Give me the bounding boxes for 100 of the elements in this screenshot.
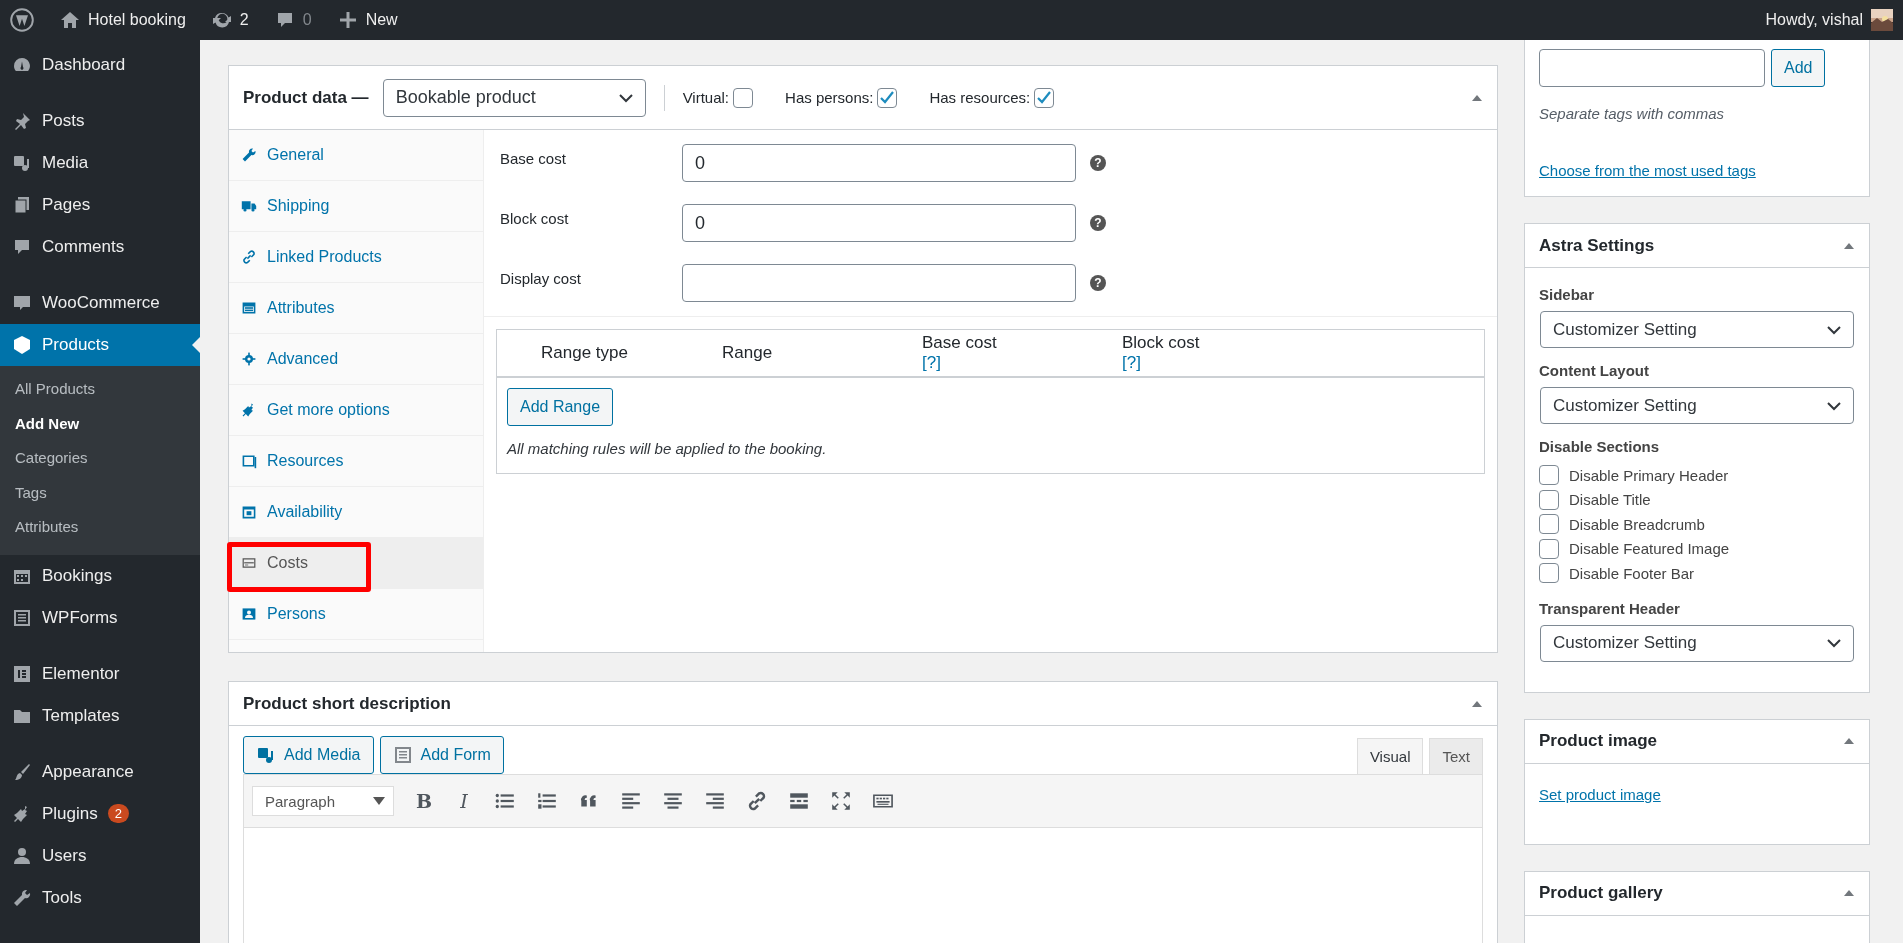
user-icon xyxy=(12,845,32,866)
menu-item[interactable]: Comments xyxy=(0,226,200,268)
link-icon xyxy=(241,249,257,265)
field-label: Display cost xyxy=(499,269,582,287)
contact-card-icon xyxy=(241,606,257,622)
checkbox[interactable] xyxy=(877,87,898,108)
editor-button[interactable]: Add Media xyxy=(243,736,374,774)
product-data-tab[interactable]: General xyxy=(229,130,483,181)
submenu-item[interactable]: Attributes xyxy=(0,510,200,545)
menu-item[interactable]: Elementor xyxy=(0,652,200,695)
store-bubble-icon xyxy=(12,293,32,313)
help-icon[interactable]: ? xyxy=(1090,215,1106,231)
menu-item[interactable]: Appearance xyxy=(0,750,200,793)
caret-icon xyxy=(373,797,385,805)
wrench-icon xyxy=(12,887,32,908)
panel-title: Product short description xyxy=(243,693,451,714)
new-link[interactable]: New xyxy=(365,11,398,29)
paintbrush-icon xyxy=(12,761,32,782)
align-center-icon[interactable] xyxy=(662,790,684,812)
option-label: Has persons: xyxy=(785,89,874,106)
menu-item[interactable]: Media xyxy=(0,142,200,184)
read-more-icon[interactable] xyxy=(788,790,810,812)
product-type-select[interactable]: Bookable product xyxy=(382,78,646,117)
collapse-icon[interactable] xyxy=(1843,888,1855,898)
menu-item[interactable]: Products xyxy=(0,324,200,366)
align-left-icon[interactable] xyxy=(620,790,642,812)
product-data-tab[interactable]: Linked Products xyxy=(229,232,483,283)
most-used-tags-link[interactable]: Choose from the most used tags xyxy=(1539,162,1756,179)
checkbox[interactable] xyxy=(733,87,754,108)
calendar-icon xyxy=(241,504,257,520)
setting-select[interactable]: Customizer Setting xyxy=(1540,387,1854,424)
editor-tab[interactable]: Text xyxy=(1429,738,1483,774)
gear-icon xyxy=(241,351,257,367)
product-data-tab[interactable]: Persons xyxy=(229,589,483,640)
table-icon xyxy=(241,300,257,316)
menu-item[interactable]: Bookings xyxy=(0,554,200,597)
refresh-icon xyxy=(211,10,232,30)
menu-item[interactable]: Dashboard xyxy=(0,44,200,86)
product-data-tab[interactable]: Resources xyxy=(229,436,483,487)
menu-item[interactable]: Pages xyxy=(0,184,200,226)
editor-button[interactable]: Add Form xyxy=(379,736,504,774)
option-label: Virtual: xyxy=(682,89,730,106)
checkbox[interactable] xyxy=(1539,489,1559,510)
product-data-tab[interactable]: Shipping xyxy=(229,181,483,232)
product-data-tab[interactable]: Attributes xyxy=(229,283,483,334)
help-icon[interactable]: ? xyxy=(1090,155,1106,171)
greeting-link[interactable]: Howdy, vishal xyxy=(1765,11,1863,29)
checkbox[interactable] xyxy=(1539,538,1559,559)
product-data-tab[interactable]: Advanced xyxy=(229,334,483,385)
wordpress-logo-icon xyxy=(10,8,34,32)
input-field[interactable]: 0 xyxy=(682,144,1076,182)
bold-button[interactable]: B xyxy=(414,790,434,812)
setting-label: Disable Sections xyxy=(1539,438,1661,455)
input-field[interactable]: 0 xyxy=(682,204,1076,242)
checkbox[interactable] xyxy=(1539,465,1559,486)
checkbox[interactable] xyxy=(1034,87,1055,108)
form-icon xyxy=(12,607,32,628)
truck-icon xyxy=(241,198,257,214)
help-icon[interactable]: ? xyxy=(1090,275,1106,291)
numbered-list-icon[interactable] xyxy=(536,790,558,812)
menu-item[interactable]: WPForms xyxy=(0,596,200,639)
product-data-tab[interactable]: Costs xyxy=(229,538,483,589)
menu-item[interactable]: Plugins 2 xyxy=(0,792,200,835)
set-image-link[interactable]: Set product image xyxy=(1539,785,1661,803)
add-tag-button[interactable]: Add xyxy=(1771,49,1826,87)
submenu-item[interactable]: All Products xyxy=(0,372,200,407)
menu-item[interactable]: Users xyxy=(0,834,200,877)
comments-count[interactable]: 0 xyxy=(302,11,312,29)
input-field[interactable] xyxy=(682,264,1076,302)
format-select[interactable]: Paragraph xyxy=(252,786,394,816)
setting-select[interactable]: Customizer Setting xyxy=(1540,311,1854,348)
fullscreen-icon[interactable] xyxy=(830,790,852,812)
checkbox[interactable] xyxy=(1539,563,1559,584)
checkbox-label: Disable Title xyxy=(1569,491,1651,509)
chevron-down-icon xyxy=(1827,400,1841,411)
rules-note: All matching rules will be applied to the booking. xyxy=(507,440,828,457)
tag-input-field[interactable] xyxy=(1539,49,1765,87)
setting-select[interactable]: Customizer Setting xyxy=(1540,624,1854,662)
pages-icon xyxy=(12,195,32,215)
align-right-icon[interactable] xyxy=(704,790,726,812)
menu-item[interactable]: WooCommerce xyxy=(0,282,200,324)
add-range-button[interactable]: Add Range xyxy=(507,388,614,426)
editor-tab[interactable]: Visual xyxy=(1356,738,1424,774)
update-count-badge: 2 xyxy=(107,804,129,823)
collapse-icon[interactable] xyxy=(1843,736,1855,746)
field-label: Block cost xyxy=(499,209,570,227)
menu-item[interactable]: Tools xyxy=(0,876,200,919)
product-data-tab[interactable]: Get more options xyxy=(229,385,483,436)
field-label: Base cost xyxy=(499,149,567,167)
checkbox[interactable] xyxy=(1539,514,1559,535)
panel-title: Product data — xyxy=(243,87,369,108)
menu-item[interactable]: Posts xyxy=(0,100,200,142)
site-name-link[interactable]: Hotel booking xyxy=(88,11,186,29)
submenu-item[interactable]: Add New xyxy=(0,406,200,441)
italic-button[interactable]: I xyxy=(454,790,474,812)
updates-count[interactable]: 2 xyxy=(239,11,249,29)
link-icon[interactable] xyxy=(746,790,768,812)
submenu-item[interactable]: Categories xyxy=(0,441,200,476)
submenu-item[interactable]: Tags xyxy=(0,475,200,510)
menu-item[interactable]: Templates xyxy=(0,694,200,737)
